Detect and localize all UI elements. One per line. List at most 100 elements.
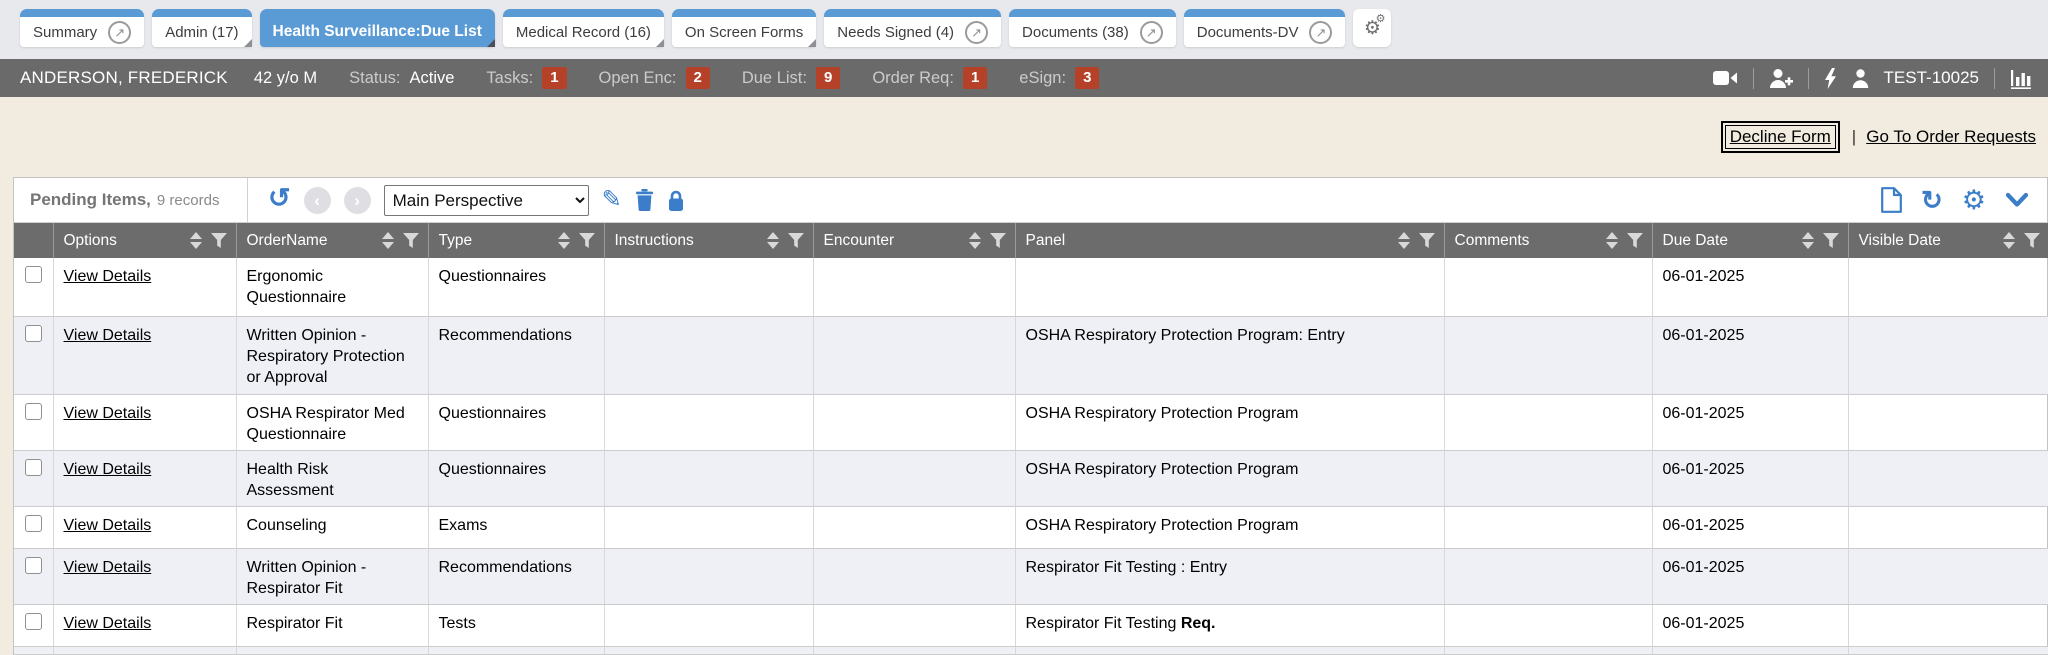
- filter-funnel-icon[interactable]: [989, 232, 1007, 249]
- table-row: View Details Respirator Fit Tests Respir…: [14, 604, 2048, 646]
- visible-date-cell: [1848, 316, 2048, 394]
- filter-funnel-icon[interactable]: [402, 232, 420, 249]
- open-enc-label: Open Enc:: [599, 69, 677, 88]
- row-checkbox[interactable]: [25, 266, 42, 283]
- undo-icon[interactable]: ↺: [268, 185, 291, 212]
- tab-needs-signed[interactable]: Needs Signed (4) ↗: [824, 9, 1001, 47]
- row-checkbox[interactable]: [25, 515, 42, 532]
- popout-icon[interactable]: ↗: [108, 21, 131, 44]
- person-icon[interactable]: [1852, 69, 1869, 88]
- sort-icon[interactable]: [1606, 232, 1618, 249]
- sort-icon[interactable]: [190, 232, 202, 249]
- view-details-link[interactable]: View Details: [64, 517, 152, 534]
- type-cell: Exams: [428, 506, 604, 548]
- view-details-link[interactable]: View Details: [64, 615, 152, 632]
- back-arrow-button[interactable]: ‹: [304, 187, 331, 214]
- popout-icon[interactable]: ↗: [965, 21, 988, 44]
- filter-funnel-icon[interactable]: [1626, 232, 1644, 249]
- comments-cell: [1444, 316, 1652, 394]
- pending-items-table: Options OrderName Type Instructions: [14, 223, 2048, 655]
- sort-icon[interactable]: [1802, 232, 1814, 249]
- lock-icon[interactable]: [667, 189, 685, 212]
- sort-icon[interactable]: [1398, 232, 1410, 249]
- column-header-encounter: Encounter: [813, 223, 1015, 258]
- due-date-cell: 06-01-2025: [1652, 450, 1848, 506]
- row-checkbox[interactable]: [25, 613, 42, 630]
- row-checkbox[interactable]: [25, 403, 42, 420]
- tab-settings-button[interactable]: ⚙ ⚙: [1353, 9, 1391, 47]
- tab-health-surveillance-due-list[interactable]: Health Surveillance:Due List: [260, 9, 495, 47]
- column-label: Due Date: [1663, 232, 1728, 250]
- due-date-cell: 06-01-2025: [1652, 506, 1848, 548]
- row-checkbox[interactable]: [25, 325, 42, 342]
- sort-icon[interactable]: [2003, 232, 2015, 249]
- bar-chart-icon[interactable]: [2010, 68, 2032, 89]
- tab-documents[interactable]: Documents (38) ↗: [1009, 9, 1176, 47]
- filter-funnel-icon[interactable]: [1418, 232, 1436, 249]
- table-row: View Details Health Risk Assessment Ques…: [14, 450, 2048, 506]
- tab-medical-record[interactable]: Medical Record (16): [503, 9, 664, 47]
- due-date-cell: 06-01-2025: [1652, 316, 1848, 394]
- order-name-cell: OSHA Respirator Med Questionnaire: [236, 394, 428, 450]
- grid-settings-gear-icon[interactable]: ⚙: [1962, 187, 1986, 214]
- decline-form-focus-box: Decline Form: [1725, 125, 1836, 149]
- new-document-icon[interactable]: [1881, 187, 1902, 213]
- view-details-link[interactable]: View Details: [64, 327, 152, 344]
- perspective-select[interactable]: Main Perspective: [384, 185, 589, 216]
- comments-cell: [1444, 258, 1652, 316]
- popout-icon[interactable]: ↗: [1140, 21, 1163, 44]
- delete-trash-icon[interactable]: [635, 189, 654, 211]
- instructions-cell: [604, 548, 813, 604]
- column-header-instructions: Instructions: [604, 223, 813, 258]
- instructions-cell: [604, 316, 813, 394]
- instructions-cell: [604, 394, 813, 450]
- comments-cell: [1444, 394, 1652, 450]
- person-add-icon[interactable]: [1769, 68, 1793, 88]
- filter-funnel-icon[interactable]: [210, 232, 228, 249]
- tab-documents-dv[interactable]: Documents-DV ↗: [1184, 9, 1346, 47]
- sort-icon[interactable]: [382, 232, 394, 249]
- visible-date-cell: [1848, 394, 2048, 450]
- sort-icon[interactable]: [969, 232, 981, 249]
- view-details-link[interactable]: View Details: [64, 559, 152, 576]
- esign-label: eSign:: [1019, 69, 1066, 88]
- type-cell: Tests: [428, 604, 604, 646]
- banner-divider: [1994, 68, 1995, 89]
- order-req-label: Order Req:: [872, 69, 954, 88]
- edit-pencil-icon[interactable]: ✎: [602, 188, 622, 212]
- tab-summary[interactable]: Summary ↗: [20, 9, 144, 47]
- filter-funnel-icon[interactable]: [787, 232, 805, 249]
- tab-top-strip: [20, 9, 144, 17]
- go-to-order-requests-link[interactable]: Go To Order Requests: [1866, 127, 2036, 147]
- view-details-link[interactable]: View Details: [64, 405, 152, 422]
- chevron-down-icon[interactable]: [2005, 192, 2029, 208]
- row-checkbox[interactable]: [25, 459, 42, 476]
- tab-admin[interactable]: Admin (17): [152, 9, 251, 47]
- row-checkbox[interactable]: [25, 557, 42, 574]
- order-req-count-badge: 1: [963, 67, 987, 89]
- forward-arrow-button[interactable]: ›: [344, 187, 371, 214]
- video-camera-icon[interactable]: [1713, 69, 1738, 87]
- column-label: Comments: [1455, 232, 1530, 250]
- panel-cell: OSHA Respiratory Protection Program: [1015, 394, 1444, 450]
- filter-funnel-icon[interactable]: [2023, 232, 2041, 249]
- filter-funnel-icon[interactable]: [1822, 232, 1840, 249]
- column-header-ordername: OrderName: [236, 223, 428, 258]
- lightning-bolt-icon[interactable]: [1824, 68, 1837, 89]
- popout-icon[interactable]: ↗: [1309, 21, 1332, 44]
- sort-icon[interactable]: [767, 232, 779, 249]
- filter-funnel-icon[interactable]: [578, 232, 596, 249]
- type-cell: Recommendations: [428, 548, 604, 604]
- refresh-icon[interactable]: ↻: [1921, 187, 1943, 213]
- instructions-cell: [604, 604, 813, 646]
- column-label: Type: [439, 232, 473, 250]
- sort-icon[interactable]: [558, 232, 570, 249]
- column-header-panel: Panel: [1015, 223, 1444, 258]
- view-details-link[interactable]: View Details: [64, 461, 152, 478]
- tab-menu-fold-icon: [244, 39, 252, 47]
- tab-on-screen-forms[interactable]: On Screen Forms: [672, 9, 816, 47]
- type-cell: Questionnaires: [428, 258, 604, 316]
- tab-top-strip: [1184, 9, 1346, 17]
- decline-form-link[interactable]: Decline Form: [1730, 127, 1831, 146]
- view-details-link[interactable]: View Details: [64, 268, 152, 285]
